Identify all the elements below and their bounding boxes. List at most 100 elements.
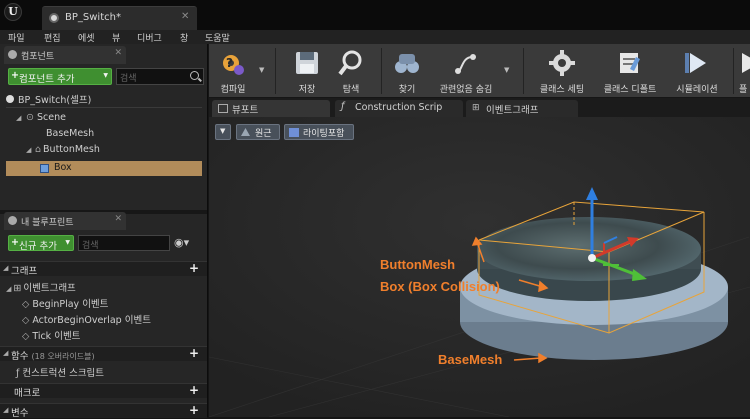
add-variable-icon[interactable]: + <box>189 403 199 417</box>
tab-title: BP_Switch* <box>65 12 121 23</box>
divider <box>381 48 382 94</box>
menu-file[interactable]: 파일 <box>8 31 25 44</box>
binoculars-icon <box>395 54 419 73</box>
class-settings-button[interactable]: 클래스 세팅 <box>531 44 593 98</box>
add-new-button[interactable]: + 신규 추가 ▼ <box>8 235 74 252</box>
expand-icon[interactable]: ◢ <box>16 114 21 122</box>
function-icon: ƒ <box>16 368 20 379</box>
tree-label: ButtonMesh <box>43 144 100 155</box>
scene-icon: ⊙ <box>26 112 34 123</box>
tab-bp-switch[interactable]: BP_Switch* ✕ <box>42 6 197 30</box>
event-graph-item[interactable]: ◢ ⊞ 이벤트그래프 <box>6 280 76 294</box>
collapse-icon: ◢ <box>3 349 9 357</box>
close-icon[interactable]: ✕ <box>181 11 189 22</box>
event-icon: ◇ <box>22 331 30 342</box>
tree-item-box[interactable]: Box <box>6 161 202 176</box>
hide-unrelated-button[interactable]: 관련없음 숨김 <box>431 44 501 98</box>
add-macro-icon[interactable]: + <box>189 383 199 397</box>
menu-debug[interactable]: 디버그 <box>137 31 162 44</box>
save-button[interactable]: 저장 <box>287 44 327 98</box>
lighting-label: 라이팅포함 <box>303 129 345 139</box>
expand-icon: ◢ <box>6 285 12 293</box>
event-label: Tick 이벤트 <box>32 331 81 342</box>
tab-label: 이벤트그래프 <box>486 105 539 116</box>
play-button[interactable]: 플 <box>735 44 750 98</box>
graph-icon: ⊞ <box>13 283 22 294</box>
tab-construction-script[interactable]: ƒ Construction Scrip <box>335 100 463 117</box>
event-label: ActorBeginOverlap 이벤트 <box>32 315 151 326</box>
simulation-button[interactable]: 시뮬레이션 <box>665 44 729 98</box>
construction-label: 컨스트럭션 스크립트 <box>22 368 105 379</box>
menu-bar: 파일 편집 에셋 뷰 디버그 창 도움말 <box>0 30 750 44</box>
tab-label: 컴포넌트 <box>21 52 55 62</box>
chevron-down-icon: ▼ <box>103 72 108 79</box>
tab-my-blueprint[interactable]: 내 블루프린트 ✕ <box>4 212 126 230</box>
expand-icon[interactable]: ◢ <box>26 146 31 154</box>
class-settings-label: 클래스 세팅 <box>539 85 585 95</box>
tab-event-graph[interactable]: ⊞ 이벤트그래프 <box>466 100 578 117</box>
compile-icon: ? <box>223 55 244 75</box>
event-item[interactable]: ◇ Tick 이벤트 <box>22 328 80 342</box>
add-component-button[interactable]: + 컴포넌트 추가 ▼ <box>8 68 112 85</box>
hide-unrelated-icon <box>455 54 476 74</box>
divider <box>733 48 734 94</box>
section-variables[interactable]: ◢ 변수 + <box>0 403 207 419</box>
toolbar: ? 컴파일 ▼ 저장 탐색 찾기 관련없음 숨김 ▼ 클래스 세팅 클래스 디폴… <box>209 44 750 98</box>
tab-components[interactable]: 컴포넌트 ✕ <box>4 46 126 64</box>
chevron-down-icon[interactable]: ▼ <box>259 66 264 74</box>
viewport-options-button[interactable]: ▼ <box>215 124 231 140</box>
graph-icon: ⊞ <box>472 103 480 113</box>
chevron-down-icon[interactable]: ▼ <box>504 66 509 74</box>
tree-item-scene[interactable]: ⊙ Scene <box>26 112 66 123</box>
event-item[interactable]: ◇ BeginPlay 이벤트 <box>22 296 108 310</box>
close-icon[interactable]: ✕ <box>114 214 122 224</box>
unreal-logo-icon[interactable]: U <box>4 3 22 21</box>
section-functions[interactable]: ◢ 함수 (18 오버라이드블) + <box>0 346 207 362</box>
construction-script-item[interactable]: ƒ 컨스트럭션 스크립트 <box>16 365 104 379</box>
menu-asset[interactable]: 에셋 <box>78 31 95 44</box>
lighting-mode-button[interactable]: 라이팅포함 <box>284 124 354 140</box>
event-icon: ◇ <box>22 315 30 326</box>
find-button[interactable]: 찾기 <box>387 44 427 98</box>
class-defaults-label: 클래스 디폴트 <box>603 85 657 95</box>
add-graph-icon[interactable]: + <box>189 261 199 275</box>
tree-label: Box <box>54 162 72 173</box>
viewport[interactable]: ▼ 원근 라이팅포함 ButtonMesh Box (Box Collision… <box>209 117 750 417</box>
find-label: 찾기 <box>398 85 416 95</box>
save-label: 저장 <box>298 85 316 95</box>
tab-viewport[interactable]: 뷰포트 <box>212 100 330 117</box>
menu-help[interactable]: 도움말 <box>205 31 230 44</box>
perspective-button[interactable]: 원근 <box>236 124 280 140</box>
component-self-item[interactable]: BP_Switch(셀프) <box>6 92 91 106</box>
browse-button[interactable]: 탐색 <box>329 44 373 98</box>
close-icon[interactable]: ✕ <box>114 48 122 58</box>
eye-icon[interactable]: ◉▾ <box>174 236 189 249</box>
editor-tab-bar: 뷰포트 ƒ Construction Scrip ⊞ 이벤트그래프 <box>209 98 750 117</box>
menu-view[interactable]: 뷰 <box>112 31 120 44</box>
add-function-icon[interactable]: + <box>189 346 199 360</box>
section-graphs[interactable]: ◢ 그래프 + <box>0 261 207 277</box>
viewport-scene[interactable] <box>209 117 750 417</box>
function-icon: ƒ <box>341 101 345 112</box>
menu-edit[interactable]: 편집 <box>44 31 61 44</box>
button-label: 신규 추가 <box>19 241 57 252</box>
component-search-input[interactable]: 검색 <box>116 68 204 85</box>
compile-button[interactable]: ? 컴파일 <box>211 44 255 98</box>
section-macros[interactable]: 매크로 + <box>0 383 207 399</box>
perspective-icon <box>241 128 250 136</box>
blueprint-search-input[interactable]: 검색 <box>78 235 170 251</box>
tab-label: 내 블루프린트 <box>21 218 74 228</box>
class-defaults-button[interactable]: 클래스 디폴트 <box>597 44 663 98</box>
functions-label: 함수 <box>11 351 29 362</box>
search-icon <box>190 71 199 80</box>
section-label: 그래프 <box>11 266 38 277</box>
collapse-icon: ◢ <box>3 264 9 272</box>
perspective-label: 원근 <box>255 129 272 139</box>
tree-item-basemesh[interactable]: BaseMesh <box>46 128 94 139</box>
menu-window[interactable]: 창 <box>180 31 188 44</box>
blueprint-icon <box>49 13 59 23</box>
section-label: 함수 (18 오버라이드블) <box>11 348 95 362</box>
tree-item-buttonmesh[interactable]: ⌂ ButtonMesh <box>35 144 100 155</box>
event-item[interactable]: ◇ ActorBeginOverlap 이벤트 <box>22 312 151 326</box>
button-label: 컴포넌트 추가 <box>19 74 75 85</box>
